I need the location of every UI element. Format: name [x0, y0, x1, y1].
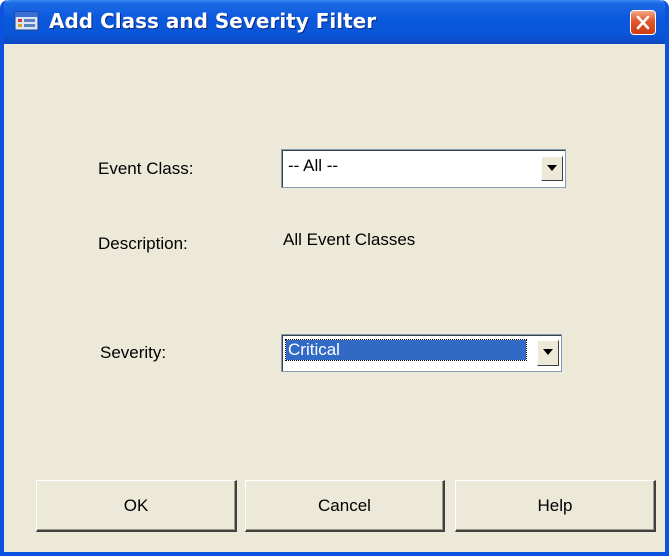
event-class-dropdown-button[interactable] [541, 156, 563, 181]
window-title: Add Class and Severity Filter [49, 9, 377, 33]
help-button[interactable]: Help [455, 480, 656, 532]
chevron-down-icon [543, 349, 553, 355]
severity-dropdown[interactable]: Critical [281, 334, 562, 372]
chevron-down-icon [547, 165, 557, 171]
filter-dialog-icon [14, 10, 40, 32]
severity-dropdown-button[interactable] [537, 340, 559, 366]
dialog-window: Add Class and Severity Filter Event Clas… [0, 0, 669, 556]
event-class-label: Event Class: [98, 159, 194, 178]
severity-value: Critical [285, 339, 527, 361]
close-button[interactable] [630, 10, 656, 35]
event-class-value: -- All -- [288, 156, 339, 175]
description-value: All Event Classes [283, 230, 416, 249]
description-label: Description: [98, 234, 188, 253]
severity-label: Severity: [100, 343, 167, 362]
ok-button[interactable]: OK [36, 480, 237, 532]
cancel-button[interactable]: Cancel [245, 480, 445, 532]
event-class-dropdown[interactable]: -- All -- [281, 149, 566, 188]
title-bar[interactable]: Add Class and Severity Filter [4, 0, 665, 44]
close-icon [636, 15, 650, 30]
